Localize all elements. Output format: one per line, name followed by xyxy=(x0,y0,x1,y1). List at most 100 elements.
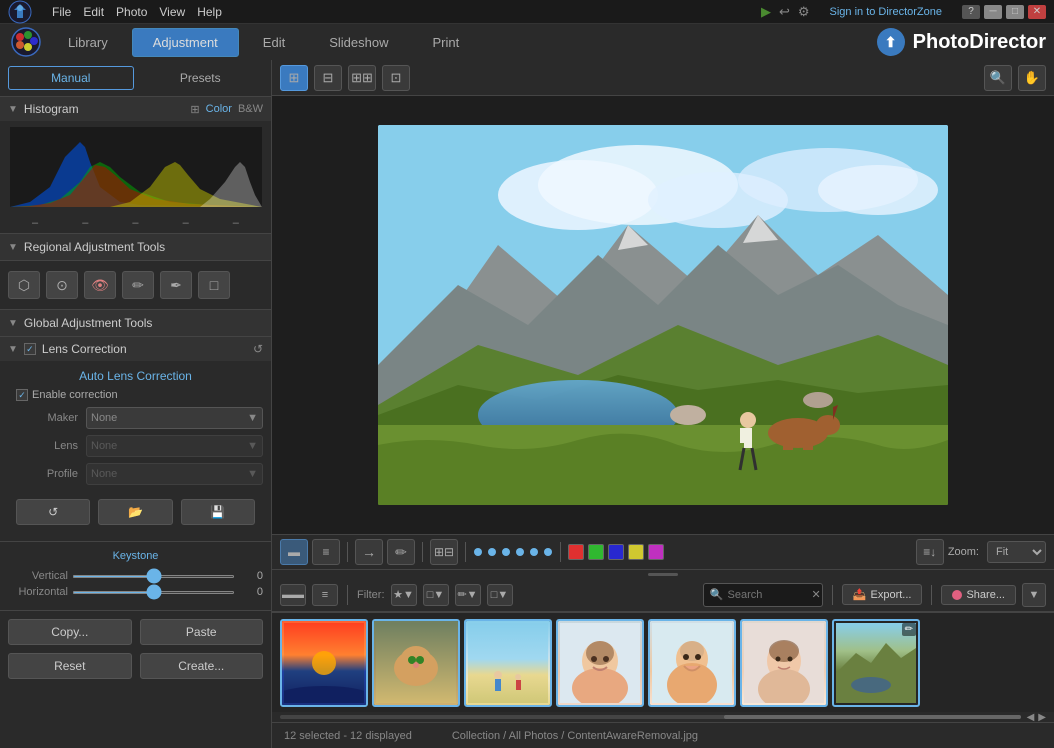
view-single-btn[interactable]: ⊞ xyxy=(280,65,308,91)
enable-correction-checkbox[interactable]: ✓ xyxy=(16,389,28,401)
maximize-button[interactable]: □ xyxy=(1006,5,1024,19)
tool-selection[interactable]: ⬡ xyxy=(8,271,40,299)
menu-file[interactable]: File xyxy=(52,5,71,19)
dot-4[interactable] xyxy=(516,548,524,556)
menu-help[interactable]: Help xyxy=(197,5,222,19)
view-strip-btn[interactable]: ▬ xyxy=(280,539,308,565)
view-fullscreen-btn[interactable]: ⊡ xyxy=(382,65,410,91)
lens-dropdown[interactable]: None ▼ xyxy=(86,435,263,457)
sort-btn[interactable]: ≡↓ xyxy=(916,539,944,565)
scroll-prev-btn[interactable]: ◀ xyxy=(1027,712,1035,723)
vertical-slider[interactable] xyxy=(72,575,235,578)
brush-edit-btn[interactable]: ✏ xyxy=(387,539,415,565)
histogram-collapse-arrow[interactable]: ▼ xyxy=(8,104,18,115)
copy-button[interactable]: Copy... xyxy=(8,619,132,645)
lens-arrow[interactable]: ▼ xyxy=(8,344,18,355)
auto-lens-btn[interactable]: Auto Lens Correction xyxy=(79,369,192,383)
dot-2[interactable] xyxy=(488,548,496,556)
filter-edit[interactable]: ✏▼ xyxy=(455,584,481,606)
lens-undo-icon[interactable]: ↺ xyxy=(253,342,263,356)
minimize-button[interactable]: ─ xyxy=(984,5,1002,19)
menu-edit[interactable]: Edit xyxy=(83,5,104,19)
histogram-color-btn[interactable]: Color xyxy=(206,103,232,116)
hand-tool-btn[interactable]: ✋ xyxy=(1018,65,1046,91)
filter-view-list[interactable]: ≡ xyxy=(312,584,338,606)
tool-ellipse[interactable]: ⊙ xyxy=(46,271,78,299)
scroll-track[interactable] xyxy=(280,715,1021,719)
filter-color[interactable]: □▼ xyxy=(423,584,449,606)
main-photo xyxy=(378,125,948,505)
search-clear-icon[interactable]: ✕ xyxy=(812,588,821,601)
share-button[interactable]: Share... xyxy=(941,585,1016,605)
horizontal-label: Horizontal xyxy=(8,586,68,598)
sign-in-link[interactable]: Sign in to DirectorZone xyxy=(830,6,943,18)
create-button[interactable]: Create... xyxy=(140,653,264,679)
color-yellow[interactable] xyxy=(628,544,644,560)
tab-slideshow[interactable]: Slideshow xyxy=(309,29,408,56)
lens-enable-checkbox[interactable]: ✓ xyxy=(24,343,36,355)
thumb-3[interactable] xyxy=(464,619,552,707)
tool-eye[interactable]: 👁 xyxy=(84,271,116,299)
thumb-1[interactable] xyxy=(280,619,368,707)
export-button[interactable]: 📤 Export... xyxy=(842,584,923,605)
paste-button[interactable]: Paste xyxy=(140,619,264,645)
dot-1[interactable] xyxy=(474,548,482,556)
search-tool-btn[interactable]: 🔍 xyxy=(984,65,1012,91)
sub-tab-presets[interactable]: Presets xyxy=(138,66,264,90)
thumb-7[interactable]: ✏ xyxy=(832,619,920,707)
tool-rect[interactable]: □ xyxy=(198,271,230,299)
close-button[interactable]: ✕ xyxy=(1028,5,1046,19)
filter-view-strip[interactable]: ▬▬ xyxy=(280,584,306,606)
filter-misc[interactable]: □▼ xyxy=(487,584,513,606)
tool-brush[interactable]: ✏ xyxy=(122,271,154,299)
share-dropdown-btn[interactable]: ▼ xyxy=(1022,583,1046,607)
tab-library[interactable]: Library xyxy=(48,29,128,56)
regional-tools-header[interactable]: ▼ Regional Adjustment Tools xyxy=(0,234,271,261)
scroll-thumb[interactable] xyxy=(724,715,1020,719)
stack-btn[interactable]: ⊞⊟ xyxy=(430,539,458,565)
reset-button[interactable]: Reset xyxy=(8,653,132,679)
resize-handle[interactable] xyxy=(272,570,1054,578)
zoom-select[interactable]: Fit 100% 50% 25% 200% xyxy=(987,541,1046,563)
help-button[interactable]: ? xyxy=(962,5,980,19)
thumb-5[interactable] xyxy=(648,619,736,707)
menu-view[interactable]: View xyxy=(159,5,185,19)
hist-ctrl-2[interactable]: – xyxy=(82,217,88,229)
dot-3[interactable] xyxy=(502,548,510,556)
lens-reset-btn[interactable]: ↺ xyxy=(16,499,90,525)
tab-edit[interactable]: Edit xyxy=(243,29,305,56)
histogram-expand-icon[interactable]: ⊞ xyxy=(190,103,199,116)
hist-ctrl-5[interactable]: – xyxy=(233,217,239,229)
horizontal-slider[interactable] xyxy=(72,591,235,594)
color-blue[interactable] xyxy=(608,544,624,560)
sub-tab-manual[interactable]: Manual xyxy=(8,66,134,90)
arrow-btn[interactable]: → xyxy=(355,539,383,565)
hist-ctrl-1[interactable]: – xyxy=(32,217,38,229)
scroll-next-btn[interactable]: ▶ xyxy=(1038,712,1046,723)
hist-ctrl-4[interactable]: – xyxy=(183,217,189,229)
dot-5[interactable] xyxy=(530,548,538,556)
filter-star[interactable]: ★▼ xyxy=(391,584,417,606)
search-input[interactable] xyxy=(728,589,808,601)
lens-folder-btn[interactable]: 📂 xyxy=(98,499,172,525)
tab-print[interactable]: Print xyxy=(412,29,479,56)
dot-6[interactable] xyxy=(544,548,552,556)
profile-dropdown[interactable]: None ▼ xyxy=(86,463,263,485)
thumb-2[interactable] xyxy=(372,619,460,707)
tool-pen[interactable]: ✒ xyxy=(160,271,192,299)
color-green[interactable] xyxy=(588,544,604,560)
hist-ctrl-3[interactable]: – xyxy=(132,217,138,229)
histogram-bw-btn[interactable]: B&W xyxy=(238,103,263,116)
menu-photo[interactable]: Photo xyxy=(116,5,147,19)
thumb-4[interactable] xyxy=(556,619,644,707)
thumb-6[interactable] xyxy=(740,619,828,707)
color-red[interactable] xyxy=(568,544,584,560)
lens-save-btn[interactable]: 💾 xyxy=(181,499,255,525)
tab-adjustment[interactable]: Adjustment xyxy=(132,28,239,57)
view-grid-btn[interactable]: ⊞⊞ xyxy=(348,65,376,91)
global-tools-header[interactable]: ▼ Global Adjustment Tools xyxy=(0,310,271,337)
color-purple[interactable] xyxy=(648,544,664,560)
maker-dropdown[interactable]: None ▼ xyxy=(86,407,263,429)
view-list-btn[interactable]: ≡ xyxy=(312,539,340,565)
view-compare-btn[interactable]: ⊟ xyxy=(314,65,342,91)
